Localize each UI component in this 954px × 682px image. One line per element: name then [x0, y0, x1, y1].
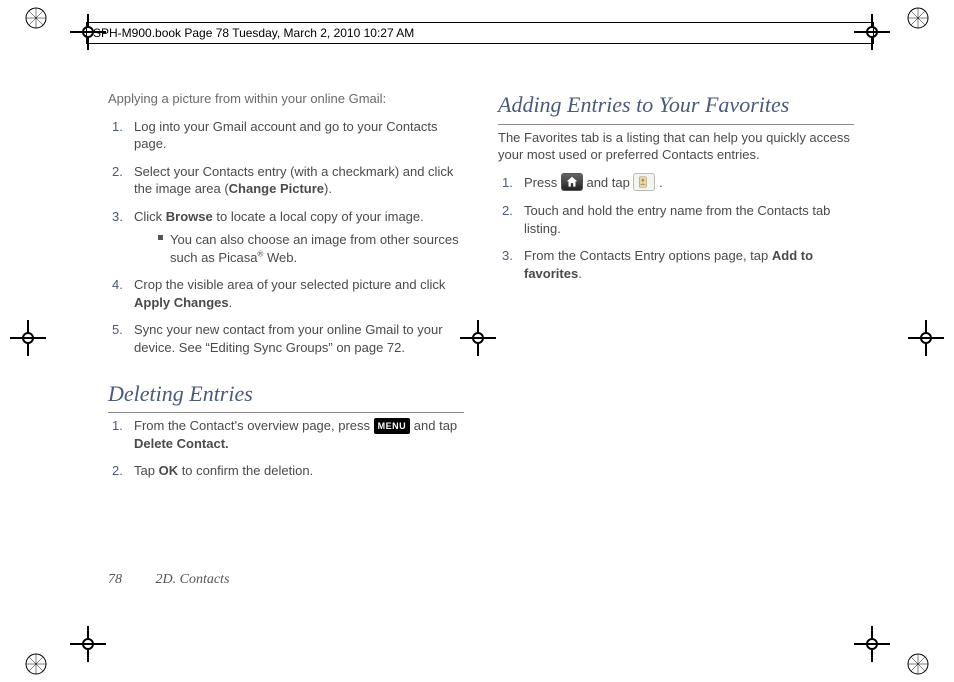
list-item: 1. From the Contact’s overview page, pre… — [108, 417, 464, 452]
gmail-picture-steps: 1. Log into your Gmail account and go to… — [108, 118, 464, 357]
favorites-intro: The Favorites tab is a listing that can … — [498, 129, 854, 164]
step-body: From the Contact’s overview page, press … — [134, 418, 457, 451]
step-body: Touch and hold the entry name from the C… — [524, 203, 830, 236]
step-number: 2. — [112, 163, 123, 181]
step-number: 5. — [112, 321, 123, 339]
list-item: 3. From the Contacts Entry options page,… — [498, 247, 854, 282]
step-number: 1. — [502, 174, 513, 192]
right-column: Adding Entries to Your Favorites The Fav… — [498, 90, 854, 612]
page-body: Applying a picture from within your onli… — [108, 90, 854, 612]
step-number: 3. — [502, 247, 513, 265]
section-heading-deleting: Deleting Entries — [108, 379, 464, 414]
registration-mark-icon — [24, 6, 48, 30]
registration-mark-icon — [906, 652, 930, 676]
step-body: Sync your new contact from your online G… — [134, 322, 443, 355]
list-item: 4. Crop the visible area of your selecte… — [108, 276, 464, 311]
section-heading-favorites: Adding Entries to Your Favorites — [498, 90, 854, 125]
step-number: 2. — [112, 462, 123, 480]
step-body: Press and tap . — [524, 175, 663, 190]
left-column: Applying a picture from within your onli… — [108, 90, 464, 612]
favorites-steps: 1. Press and tap . 2. Touch and hold the… — [498, 174, 854, 283]
footer-section-label: 2D. Contacts — [156, 572, 230, 587]
lead-text: Applying a picture from within your onli… — [108, 90, 464, 108]
list-item: 2. Tap OK to confirm the deletion. — [108, 462, 464, 480]
step-number: 3. — [112, 208, 123, 226]
step-number: 4. — [112, 276, 123, 294]
crop-mark-icon — [70, 626, 106, 662]
step-body: From the Contacts Entry options page, ta… — [524, 248, 813, 281]
crop-mark-icon — [10, 320, 46, 356]
list-item: 1. Log into your Gmail account and go to… — [108, 118, 464, 153]
registration-mark-icon — [24, 652, 48, 676]
step-body: Log into your Gmail account and go to yo… — [134, 119, 438, 152]
list-item: 5. Sync your new contact from your onlin… — [108, 321, 464, 356]
deleting-steps: 1. From the Contact’s overview page, pre… — [108, 417, 464, 480]
step-body: Crop the visible area of your selected p… — [134, 277, 445, 310]
step-number: 1. — [112, 118, 123, 136]
crop-mark-icon — [908, 320, 944, 356]
page-number: 78 — [108, 572, 122, 587]
step-number: 1. — [112, 417, 123, 435]
registration-mark-icon — [906, 6, 930, 30]
list-item: 3. Click Browse to locate a local copy o… — [108, 208, 464, 267]
list-item: 2. Select your Contacts entry (with a ch… — [108, 163, 464, 198]
square-bullet-icon — [158, 235, 163, 240]
step-body: Select your Contacts entry (with a check… — [134, 164, 453, 197]
menu-key-icon: MENU — [374, 418, 411, 434]
home-key-icon — [561, 173, 583, 191]
contacts-app-icon — [633, 173, 655, 191]
sub-bullet: You can also choose an image from other … — [134, 231, 464, 266]
step-body: Tap OK to confirm the deletion. — [134, 463, 313, 478]
crop-mark-icon — [854, 626, 890, 662]
crop-frame: SPH-M900.book Page 78 Tuesday, March 2, … — [86, 22, 874, 44]
crop-frame-label: SPH-M900.book Page 78 Tuesday, March 2, … — [93, 25, 414, 41]
step-number: 2. — [502, 202, 513, 220]
step-body: Click Browse to locate a local copy of y… — [134, 209, 424, 224]
list-item: 2. Touch and hold the entry name from th… — [498, 202, 854, 237]
page-footer: 78 2D. Contacts — [108, 571, 229, 590]
list-item: 1. Press and tap . — [498, 174, 854, 193]
